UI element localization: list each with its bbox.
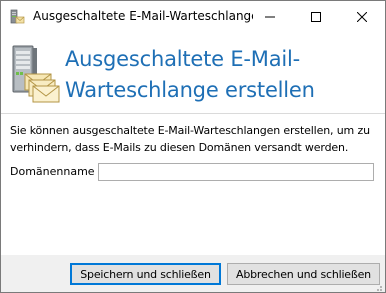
minimize-icon <box>265 16 275 17</box>
page-title: Ausgeschaltete E-Mail-Warteschlange erst… <box>65 47 315 102</box>
cancel-and-close-button[interactable]: Abbrechen und schließen <box>227 263 380 285</box>
save-and-close-button[interactable]: Speichern und schließen <box>70 263 221 285</box>
dialog-window: Ausgeschaltete E-Mail-Warteschlange ... <box>0 0 386 293</box>
title-bar[interactable]: Ausgeschaltete E-Mail-Warteschlange ... <box>1 1 385 32</box>
maximize-icon <box>311 11 321 22</box>
server-mail-icon <box>7 44 61 104</box>
close-button[interactable] <box>339 1 385 32</box>
close-icon <box>357 11 367 22</box>
description-text: Sie können ausgeschaltete E-Mail-Wartesc… <box>10 124 370 154</box>
button-bar: Speichern und schließen Abbrechen und sc… <box>1 255 385 292</box>
resize-grip-icon[interactable] <box>373 280 383 291</box>
domain-name-input[interactable] <box>98 163 374 181</box>
domain-name-label: Domänenname <box>10 165 95 178</box>
window-title: Ausgeschaltete E-Mail-Warteschlange ... <box>33 9 253 23</box>
minimize-button[interactable] <box>247 1 293 32</box>
dialog-header: Ausgeschaltete E-Mail-Warteschlange erst… <box>1 32 385 112</box>
maximize-button[interactable] <box>293 1 339 32</box>
app-icon <box>9 9 25 25</box>
header-divider <box>1 113 385 114</box>
